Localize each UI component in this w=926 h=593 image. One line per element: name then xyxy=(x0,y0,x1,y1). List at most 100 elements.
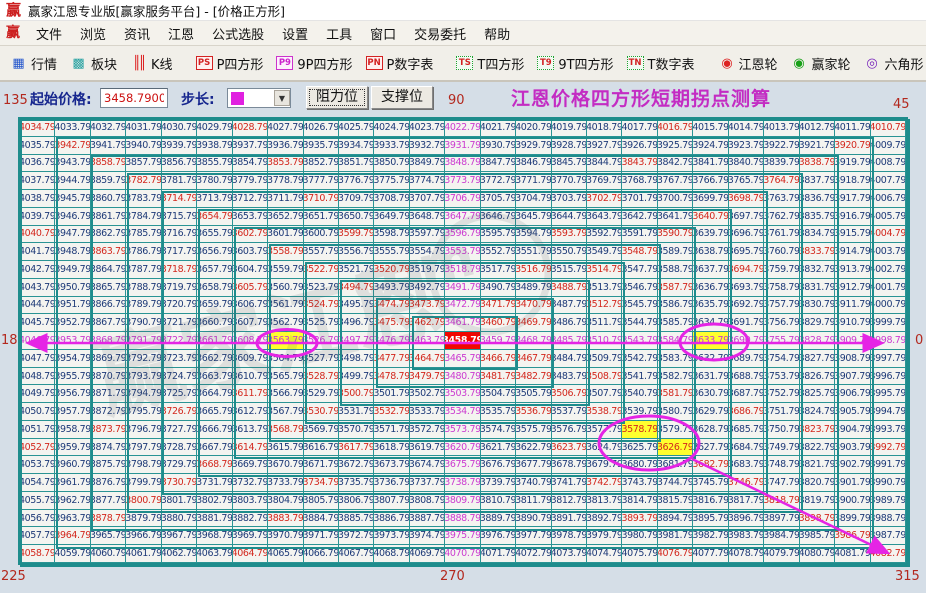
grid-cell[interactable]: 3557.79 xyxy=(303,243,339,262)
grid-cell[interactable]: 3748.79 xyxy=(764,456,800,475)
grid-cell[interactable]: 4060.79 xyxy=(90,545,127,563)
grid-cell[interactable]: 3554.79 xyxy=(409,243,446,262)
grid-cell[interactable]: 3825.79 xyxy=(799,385,836,404)
grid-cell[interactable]: 3899.79 xyxy=(835,509,871,528)
grid-cell[interactable]: 3833.79 xyxy=(799,243,836,262)
grid-cell[interactable]: 4011.79 xyxy=(835,119,871,137)
grid-cell[interactable]: 3584.79 xyxy=(657,332,694,350)
grid-cell[interactable]: 3520.79 xyxy=(374,261,410,279)
grid-cell[interactable]: 4040.79 xyxy=(20,225,56,244)
grid-cell[interactable]: 3690.79 xyxy=(728,332,765,350)
grid-cell[interactable]: 4058.79 xyxy=(20,545,56,563)
grid-cell[interactable]: 3721.79 xyxy=(161,314,198,333)
grid-cell[interactable]: 3488.79 xyxy=(551,278,588,297)
grid-cell[interactable]: 3653.79 xyxy=(232,207,269,226)
grid-cell[interactable]: 4038.79 xyxy=(20,190,56,208)
grid-cell[interactable]: 4063.79 xyxy=(197,545,233,563)
grid-cell[interactable]: 3541.79 xyxy=(622,367,658,386)
grid-cell[interactable]: 4046.79 xyxy=(20,332,56,350)
grid-cell[interactable]: 3472.79 xyxy=(445,296,481,315)
grid-cell[interactable]: 3733.79 xyxy=(268,474,304,492)
grid-cell[interactable]: 3518.79 xyxy=(445,261,481,279)
grid-cell[interactable]: 3720.79 xyxy=(161,296,198,315)
grid-cell[interactable]: 3574.79 xyxy=(480,420,517,439)
grid-cell[interactable]: 3491.79 xyxy=(445,278,481,297)
grid-cell[interactable]: 3984.79 xyxy=(764,527,800,546)
grid-cell[interactable]: 3841.79 xyxy=(693,154,729,173)
grid-cell[interactable]: 4001.79 xyxy=(870,278,906,297)
grid-cell[interactable]: 3579.79 xyxy=(657,420,694,439)
grid-cell[interactable]: 4035.79 xyxy=(20,136,56,155)
grid-cell[interactable]: 3916.79 xyxy=(835,207,871,226)
grid-cell[interactable]: 4010.79 xyxy=(870,119,906,137)
grid-cell[interactable]: 3902.79 xyxy=(835,456,871,475)
grid-cell[interactable]: 3595.79 xyxy=(480,225,517,244)
grid-cell[interactable]: 3700.79 xyxy=(657,190,694,208)
grid-cell[interactable]: 3492.79 xyxy=(409,278,446,297)
grid-cell[interactable]: 3501.79 xyxy=(374,385,410,404)
grid-cell[interactable]: 4050.79 xyxy=(20,403,56,421)
grid-cell[interactable]: 3477.79 xyxy=(374,349,410,368)
grid-cell[interactable]: 3901.79 xyxy=(835,474,871,492)
grid-cell[interactable]: 3860.79 xyxy=(90,190,127,208)
grid-cell[interactable]: 3618.79 xyxy=(374,438,410,457)
grid-cell[interactable]: 3736.79 xyxy=(374,474,410,492)
grid-cell[interactable]: 3525.79 xyxy=(303,314,339,333)
grid-cell[interactable]: 3612.79 xyxy=(232,403,269,421)
grid-cell[interactable]: 3821.79 xyxy=(799,456,836,475)
grid-cell[interactable]: 3647.79 xyxy=(445,207,481,226)
grid-cell[interactable]: 3582.79 xyxy=(657,367,694,386)
grid-cell[interactable]: 3545.79 xyxy=(622,296,658,315)
grid-cell[interactable]: 3887.79 xyxy=(409,509,446,528)
grid-cell[interactable]: 3510.79 xyxy=(587,332,623,350)
grid-cell[interactable]: 3558.79 xyxy=(268,243,304,262)
grid-cell[interactable]: 3749.79 xyxy=(764,438,800,457)
grid-cell[interactable]: 3795.79 xyxy=(126,403,162,421)
grid-cell[interactable]: 3715.79 xyxy=(161,207,198,226)
grid-cell[interactable]: 3803.79 xyxy=(232,491,269,510)
grid-cell[interactable]: 3969.79 xyxy=(232,527,269,546)
grid-cell[interactable]: 3593.79 xyxy=(551,225,588,244)
grid-cell[interactable]: 3530.79 xyxy=(303,403,339,421)
grid-cell[interactable]: 3787.79 xyxy=(126,261,162,279)
grid-cell[interactable]: 3788.79 xyxy=(126,278,162,297)
grid-cell[interactable]: 4034.79 xyxy=(20,119,56,137)
grid-cell[interactable]: 3604.79 xyxy=(232,261,269,279)
grid-cell[interactable]: 3575.79 xyxy=(516,420,552,439)
grid-cell[interactable]: 3487.79 xyxy=(551,296,588,315)
grid-cell[interactable]: 3493.79 xyxy=(374,278,410,297)
grid-cell[interactable]: 3779.79 xyxy=(232,172,269,191)
grid-cell[interactable]: 3627.79 xyxy=(693,438,729,457)
grid-cell[interactable]: 3695.79 xyxy=(728,243,765,262)
grid-cell[interactable]: 3842.79 xyxy=(657,154,694,173)
grid-cell[interactable]: 3797.79 xyxy=(126,438,162,457)
grid-cell[interactable]: 3757.79 xyxy=(764,296,800,315)
grid-cell[interactable]: 3918.79 xyxy=(835,172,871,191)
grid-cell[interactable]: 3735.79 xyxy=(338,474,375,492)
grid-cell[interactable]: 3496.79 xyxy=(338,314,375,333)
grid-cell[interactable]: 4039.79 xyxy=(20,207,56,226)
grid-cell[interactable]: 3804.79 xyxy=(268,491,304,510)
grid-cell[interactable]: 3565.79 xyxy=(268,367,304,386)
grid-cell[interactable]: 3948.79 xyxy=(55,243,91,262)
grid-cell[interactable]: 3511.79 xyxy=(587,314,623,333)
grid-cell[interactable]: 3529.79 xyxy=(303,385,339,404)
grid-cell[interactable]: 4069.79 xyxy=(409,545,446,563)
grid-cell[interactable]: 3761.79 xyxy=(764,225,800,244)
grid-cell[interactable]: 3903.79 xyxy=(835,438,871,457)
grid-cell[interactable]: 3747.79 xyxy=(764,474,800,492)
grid-cell[interactable]: 3581.79 xyxy=(657,385,694,404)
grid-cell[interactable]: 4013.79 xyxy=(764,119,800,137)
grid-cell[interactable]: 3580.79 xyxy=(657,403,694,421)
grid-cell[interactable]: 4054.79 xyxy=(20,474,56,492)
grid-cell[interactable]: 3929.79 xyxy=(516,136,552,155)
grid-cell[interactable]: 3838.79 xyxy=(799,154,836,173)
grid-cell[interactable]: 3625.79 xyxy=(622,438,658,457)
grid-cell[interactable]: 3953.79 xyxy=(55,332,91,350)
grid-cell[interactable]: 3686.79 xyxy=(728,403,765,421)
grid-cell[interactable]: 3754.79 xyxy=(764,349,800,368)
grid-cell[interactable]: 3505.79 xyxy=(516,385,552,404)
grid-cell[interactable]: 3798.79 xyxy=(126,456,162,475)
grid-cell[interactable]: 3628.79 xyxy=(693,420,729,439)
grid-cell[interactable]: 4082.79 xyxy=(870,545,906,563)
